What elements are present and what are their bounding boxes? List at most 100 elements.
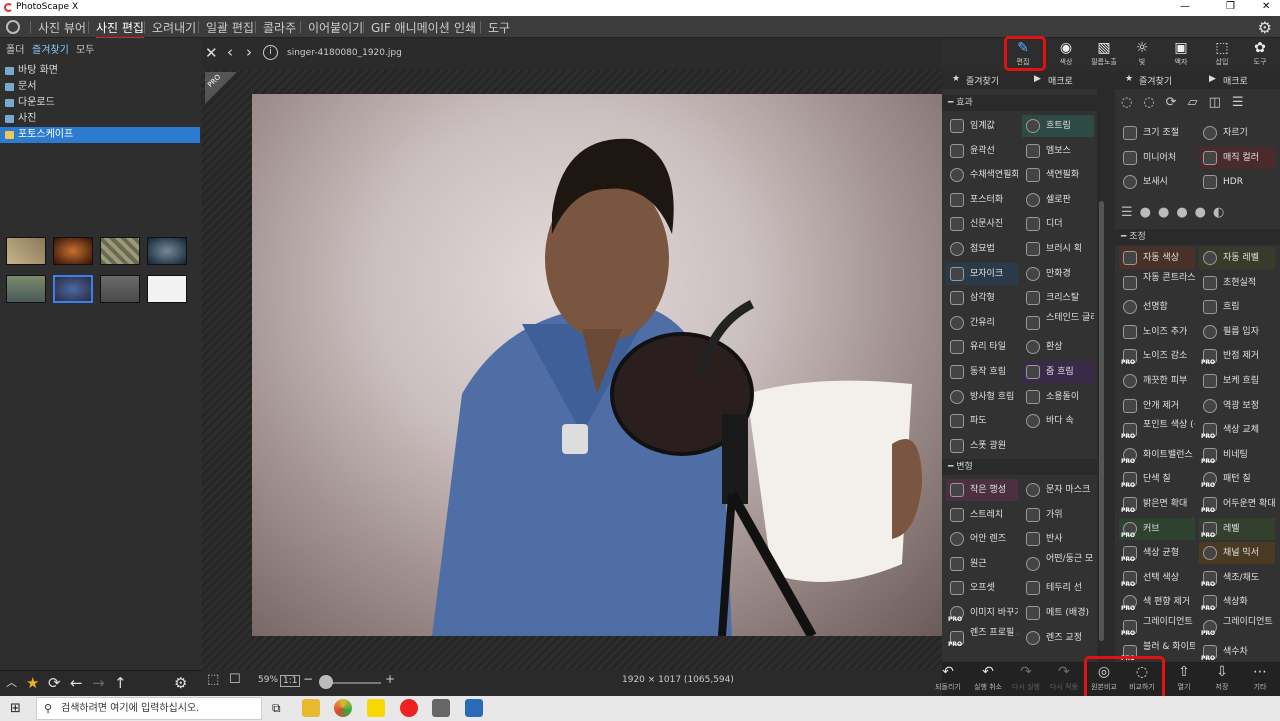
thumbnail[interactable] [100, 237, 140, 265]
section-adjust[interactable]: ━ 조정 [1115, 229, 1280, 245]
filter-item[interactable]: 흐트림 [1022, 115, 1094, 137]
filter-item[interactable]: 흐림 [1199, 296, 1275, 318]
zoom-out-icon[interactable]: − [303, 672, 313, 686]
filter-item[interactable]: 역광 보정 [1199, 395, 1275, 417]
thumbnail-selected[interactable] [53, 275, 93, 303]
forward-arrow-icon[interactable]: → [92, 674, 105, 692]
filter-item[interactable]: 수채색연필화 [946, 164, 1018, 186]
fit-screen-icon[interactable]: ☐ [229, 672, 241, 687]
filter-item[interactable]: 디더 [1022, 213, 1094, 235]
menu-batch[interactable]: 일괄 편집 [206, 19, 254, 36]
undo-button[interactable]: ↶ 실행 취소 [970, 663, 1006, 692]
filter-item[interactable]: PRO 선택 색상 [1119, 567, 1195, 589]
filter-item[interactable]: 방사형 흐림 [946, 386, 1018, 408]
info-icon[interactable]: i [263, 45, 278, 60]
settings-gear-icon[interactable]: ⚙ [1258, 18, 1272, 37]
filter-item[interactable]: PRO 색조/채도 [1199, 567, 1275, 589]
filter-item[interactable]: PRO 반점 제거 [1199, 345, 1275, 367]
filter-item[interactable]: PRO 밝은면 확대 [1119, 493, 1195, 515]
thumbnail[interactable] [6, 275, 46, 303]
filter-item[interactable]: 노이즈 추가 [1119, 321, 1195, 343]
section-transform[interactable]: ━ 변형 [942, 459, 1097, 475]
filter-item[interactable]: 삼각형 [946, 287, 1018, 309]
photos-icon[interactable] [465, 699, 483, 717]
folder-item-downloads[interactable]: 다운로드 [0, 95, 200, 111]
filter-item[interactable]: 점묘법 [946, 238, 1018, 260]
thumbnail[interactable] [147, 275, 187, 303]
filter-item[interactable]: 메트 (배경) [1022, 602, 1094, 624]
taskbar-search[interactable]: ⚲ 검색하려면 여기에 입력하십시오. [36, 697, 262, 720]
filter-item[interactable]: PRO 화이트밸런스 [1119, 444, 1195, 466]
folder-item-photoscape[interactable]: 포토스케이프 [0, 127, 200, 143]
zoom-in-icon[interactable]: + [385, 672, 395, 686]
tab-frame[interactable]: ▣ 액자 [1166, 40, 1196, 70]
filter-item[interactable]: 필름 입자 [1199, 321, 1275, 343]
filter-item[interactable]: PRO 색수차 [1199, 641, 1275, 663]
filter-item[interactable]: 크리스탈 [1022, 287, 1094, 309]
filter-item[interactable]: 선명함 [1119, 296, 1195, 318]
more-button[interactable]: ⋯ 기타 [1242, 663, 1278, 692]
filter-item[interactable]: 미니어처 [1119, 147, 1195, 169]
filter-item[interactable]: PRO 색상 균형 [1119, 542, 1195, 564]
filter-item[interactable]: 채널 믹서 [1199, 542, 1275, 565]
filter-item[interactable]: 스폿 광원 [946, 435, 1018, 457]
youtube-icon[interactable] [400, 699, 418, 717]
filter-item[interactable]: 신문사진 [946, 213, 1018, 235]
zoom-slider-handle[interactable] [319, 675, 333, 689]
filter-item[interactable]: 브러시 획 [1022, 238, 1094, 260]
filter-item[interactable]: PRO 이미지 바꾸기 [946, 602, 1018, 624]
select-area-icon[interactable]: ⬚ [207, 672, 219, 687]
filter-item[interactable]: 임계값 [946, 115, 1018, 137]
macro-tab[interactable]: 매크로 [1048, 74, 1073, 87]
filter-item[interactable]: 간유리 [946, 312, 1018, 334]
kakaotalk-icon[interactable] [367, 699, 385, 717]
photo-canvas[interactable] [252, 94, 942, 636]
effects-scrollbar[interactable] [1097, 71, 1107, 670]
filter-item[interactable]: PRO 비네팅 [1199, 444, 1275, 466]
tab-light[interactable]: ☼ 빛 [1127, 40, 1157, 70]
filter-item[interactable]: PRO 어두운면 확대 [1199, 493, 1275, 515]
filter-item[interactable]: 초현실적 [1199, 272, 1275, 294]
maximize-icon[interactable]: ❐ [1226, 1, 1235, 12]
close-icon[interactable]: ✕ [205, 44, 218, 62]
menu-tools[interactable]: 도구 [488, 19, 510, 36]
chrome-icon[interactable] [334, 699, 352, 717]
filter-item[interactable]: 셀로판 [1022, 189, 1094, 211]
filter-item[interactable]: PRO 패턴 칠 [1199, 468, 1275, 490]
refresh-icon[interactable]: ⟳ [48, 674, 61, 692]
filter-item[interactable]: 렌즈 교정 [1022, 627, 1094, 649]
tab-film[interactable]: ▧ 필름노출 [1089, 40, 1119, 70]
filter-item[interactable]: PRO 노이즈 감소 [1119, 345, 1195, 367]
filter-item[interactable]: PRO 색상 교체 [1199, 419, 1275, 441]
tab-insert[interactable]: ⬚ 삽입 [1207, 40, 1237, 70]
filter-item[interactable]: 작은 행성 [946, 479, 1018, 501]
filter-item[interactable]: 보새시 [1119, 171, 1195, 193]
chevron-up-icon[interactable]: ︿ [6, 674, 17, 690]
filter-item[interactable]: 어안 렌즈 [946, 528, 1018, 550]
reapply-button[interactable]: ↷ 다시 적용 [1046, 663, 1082, 692]
star-icon[interactable]: ★ [26, 674, 39, 692]
favorites-tab[interactable]: 즐겨찾기 [1139, 74, 1172, 87]
filter-item[interactable]: 환상 [1022, 336, 1094, 358]
tab-tools[interactable]: ✿ 도구 [1245, 40, 1275, 70]
filter-item[interactable]: 스테인드 글라스 [1022, 312, 1094, 334]
filter-item[interactable]: 소용돌이 [1022, 386, 1094, 408]
filter-item[interactable]: 크기 조절 [1119, 122, 1195, 144]
redo-button[interactable]: ↷ 다시 실행 [1008, 663, 1044, 692]
filter-item[interactable]: 색연필화 [1022, 164, 1094, 186]
close-icon[interactable]: ✕ [1262, 1, 1270, 12]
save-button[interactable]: ⇩ 저장 [1204, 663, 1240, 692]
filter-item[interactable]: PRO 단색 칠 [1119, 468, 1195, 490]
prev-icon[interactable]: ‹ [227, 43, 233, 61]
rotate-flip-icons[interactable]: ◌◌⟳▱◫☰ [1121, 95, 1276, 113]
filter-item[interactable]: 깨끗한 피부 [1119, 370, 1195, 392]
filter-item[interactable]: 자동 색상 [1119, 247, 1195, 269]
favorites-tab[interactable]: 즐겨찾기 [966, 74, 999, 87]
filter-item[interactable]: 오프셋 [946, 577, 1018, 599]
photoscape-icon[interactable] [432, 699, 450, 717]
preset-icons[interactable]: ☰●●●●◐ [1121, 205, 1276, 223]
filter-item[interactable]: 스트레치 [946, 504, 1018, 526]
back-arrow-icon[interactable]: ← [70, 674, 83, 692]
tab-favorites[interactable]: 즐겨찾기 [32, 41, 69, 56]
filter-item[interactable]: 파도 [946, 410, 1018, 432]
